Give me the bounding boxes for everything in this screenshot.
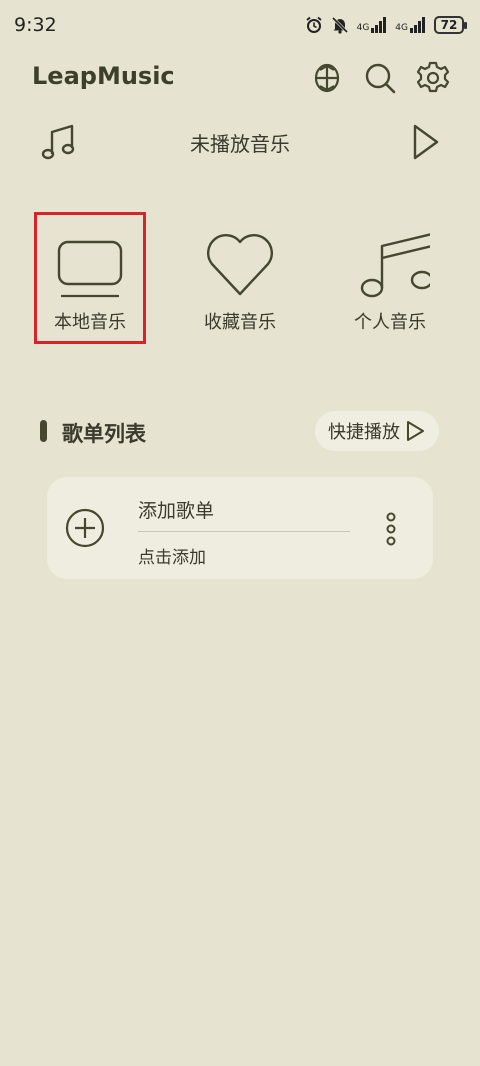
search-icon[interactable] [362, 60, 398, 96]
playlist-card-subtitle: 点击添加 [138, 548, 206, 568]
alarm-icon [305, 16, 323, 34]
now-playing-bar[interactable]: 未播放音乐 [0, 112, 480, 172]
section-accent-bar [40, 420, 47, 442]
mute-icon [331, 16, 349, 34]
category-personal-music[interactable]: 个人音乐 [334, 212, 446, 346]
playlist-card-title: 添加歌单 [138, 500, 215, 522]
equalizer-icon[interactable] [309, 60, 345, 96]
status-time: 9:32 [14, 14, 57, 36]
network-type-1: 4G [356, 23, 370, 33]
battery-icon: 72 [434, 16, 467, 34]
more-vertical-icon[interactable] [381, 511, 401, 547]
play-icon[interactable] [406, 120, 444, 164]
status-icons: 4G 4G 72 [305, 14, 467, 36]
category-label: 收藏音乐 [204, 312, 276, 333]
playlist-section-title: 歌单列表 [62, 422, 146, 446]
network-type-2: 4G [395, 23, 408, 33]
leapmusic-home-screen: 9:32 4G 4G 72 LeapMusic 未播放音乐 本地音乐 收藏音乐 … [0, 0, 480, 1066]
category-favorite-music[interactable]: 收藏音乐 [184, 212, 296, 346]
selection-highlight [34, 212, 146, 344]
app-title: LeapMusic [32, 62, 175, 90]
signal-icon: 4G [357, 17, 388, 33]
music-notes-icon [334, 222, 446, 302]
category-label: 个人音乐 [354, 312, 426, 333]
settings-gear-icon[interactable] [415, 60, 451, 96]
add-playlist-card[interactable]: 添加歌单 点击添加 [47, 477, 433, 579]
quick-play-label: 快捷播放 [328, 422, 400, 443]
signal-icon: 4G [395, 17, 426, 33]
quick-play-button[interactable]: 快捷播放 [315, 411, 439, 451]
divider [138, 531, 350, 532]
add-circle-icon[interactable] [65, 508, 105, 548]
battery-level: 72 [440, 18, 458, 32]
play-icon [407, 421, 424, 441]
heart-icon [184, 222, 296, 302]
status-bar: 9:32 4G 4G 72 [0, 0, 480, 52]
